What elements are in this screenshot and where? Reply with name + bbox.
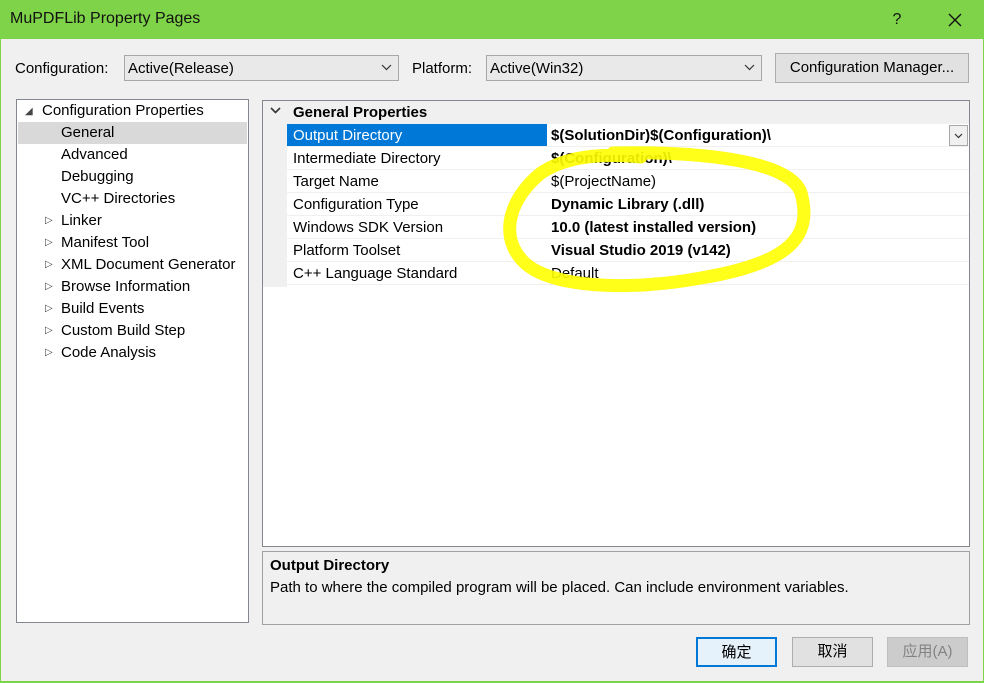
property-row-intermediate-directory[interactable]: Intermediate Directory $(Configuration)\ [287, 147, 969, 170]
description-panel: Output Directory Path to where the compi… [262, 551, 970, 625]
configuration-dropdown[interactable]: Active(Release) [124, 55, 399, 81]
value-dropdown-button[interactable] [949, 125, 968, 146]
tree-root-configuration-properties[interactable]: Configuration Properties [42, 100, 204, 122]
tree-selection-highlight [18, 122, 247, 144]
chevron-down-icon [381, 64, 392, 71]
tree-item-general[interactable]: General [61, 122, 114, 144]
chevron-down-icon [954, 133, 963, 139]
property-grid[interactable]: General Properties Output Directory $(So… [262, 100, 970, 547]
property-value[interactable]: $(SolutionDir)$(Configuration)\ [551, 127, 771, 144]
window-title: MuPDFLib Property Pages [10, 10, 201, 27]
platform-label: Platform: [412, 60, 473, 77]
category-tree[interactable]: ◢ Configuration Properties General Advan… [16, 99, 249, 623]
property-value[interactable]: $(ProjectName) [551, 173, 656, 190]
close-button[interactable] [933, 7, 977, 33]
collapsed-triangle-icon[interactable]: ▷ [45, 325, 53, 336]
property-name: Output Directory [293, 127, 403, 144]
property-pages-window: MuPDFLib Property Pages ? Configuration:… [0, 0, 984, 682]
collapsed-triangle-icon[interactable]: ▷ [45, 237, 53, 248]
apply-button[interactable]: 应用(A) [887, 637, 968, 667]
chevron-down-icon[interactable] [270, 107, 281, 114]
tree-item-build-events[interactable]: Build Events [61, 298, 144, 320]
cancel-button[interactable]: 取消 [792, 637, 873, 667]
property-value[interactable]: Visual Studio 2019 (v142) [551, 242, 731, 259]
tree-item-vc-directories[interactable]: VC++ Directories [61, 188, 175, 210]
chevron-down-icon [744, 64, 755, 71]
configuration-manager-button[interactable]: Configuration Manager... [775, 53, 969, 83]
collapsed-triangle-icon[interactable]: ▷ [45, 259, 53, 270]
property-row-target-name[interactable]: Target Name $(ProjectName) [287, 170, 969, 193]
help-button[interactable]: ? [881, 7, 913, 33]
configuration-label: Configuration: [15, 60, 109, 77]
tree-item-browse-information[interactable]: Browse Information [61, 276, 190, 298]
property-row-platform-toolset[interactable]: Platform Toolset Visual Studio 2019 (v14… [287, 239, 969, 262]
configuration-value: Active(Release) [128, 60, 234, 77]
property-name: Configuration Type [293, 196, 419, 213]
tree-item-linker[interactable]: Linker [61, 210, 102, 232]
tree-item-advanced[interactable]: Advanced [61, 144, 128, 166]
ok-button[interactable]: 确定 [696, 637, 777, 667]
property-value[interactable]: 10.0 (latest installed version) [551, 219, 756, 236]
property-row-cpp-language-standard[interactable]: C++ Language Standard Default [287, 262, 969, 285]
grid-gutter [263, 101, 287, 287]
property-value[interactable]: Default [551, 265, 599, 282]
description-text: Path to where the compiled program will … [270, 579, 849, 596]
collapsed-triangle-icon[interactable]: ▷ [45, 215, 53, 226]
tree-item-debugging[interactable]: Debugging [61, 166, 134, 188]
property-value[interactable]: $(Configuration)\ [551, 150, 672, 167]
property-name: C++ Language Standard [293, 265, 458, 282]
close-icon [948, 13, 962, 27]
property-row-configuration-type[interactable]: Configuration Type Dynamic Library (.dll… [287, 193, 969, 216]
property-name: Intermediate Directory [293, 150, 441, 167]
tree-item-custom-build-step[interactable]: Custom Build Step [61, 320, 185, 342]
collapsed-triangle-icon[interactable]: ▷ [45, 281, 53, 292]
property-row-windows-sdk-version[interactable]: Windows SDK Version 10.0 (latest install… [287, 216, 969, 239]
platform-value: Active(Win32) [490, 60, 584, 77]
property-name: Windows SDK Version [293, 219, 444, 236]
description-title: Output Directory [270, 557, 390, 574]
property-value[interactable]: Dynamic Library (.dll) [551, 196, 704, 213]
collapsed-triangle-icon[interactable]: ▷ [45, 347, 53, 358]
property-name: Target Name [293, 173, 379, 190]
property-row-output-directory[interactable]: Output Directory $(SolutionDir)$(Configu… [287, 124, 969, 147]
category-header[interactable]: General Properties [263, 101, 969, 124]
expanded-triangle-icon[interactable]: ◢ [25, 106, 33, 117]
category-label: General Properties [293, 104, 428, 121]
tree-item-code-analysis[interactable]: Code Analysis [61, 342, 156, 364]
platform-dropdown[interactable]: Active(Win32) [486, 55, 762, 81]
tree-item-manifest-tool[interactable]: Manifest Tool [61, 232, 149, 254]
property-name: Platform Toolset [293, 242, 401, 259]
tree-item-xml-document-generator[interactable]: XML Document Generator [61, 254, 236, 276]
title-bar[interactable]: MuPDFLib Property Pages ? [1, 1, 983, 39]
collapsed-triangle-icon[interactable]: ▷ [45, 303, 53, 314]
